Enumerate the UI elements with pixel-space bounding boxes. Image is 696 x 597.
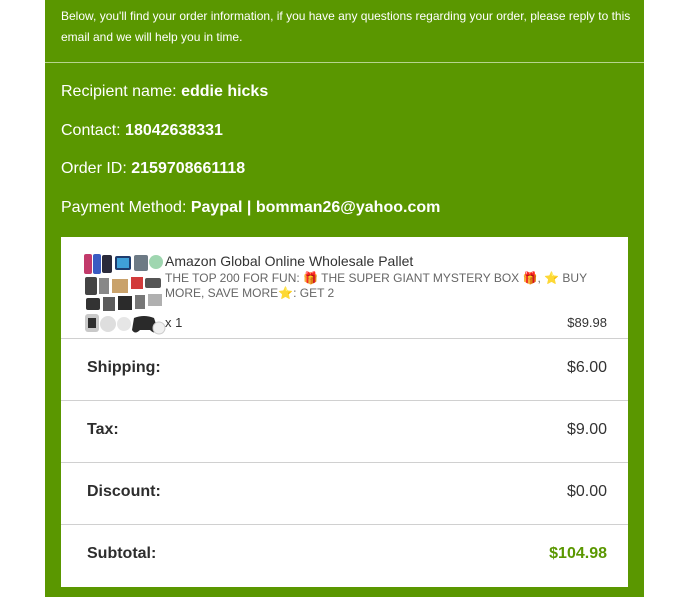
summary-row-shipping: Shipping: $6.00	[61, 338, 628, 401]
summary-label: Discount:	[87, 483, 161, 500]
summary-row-discount: Discount: $0.00	[61, 462, 628, 525]
order-id-label: Order ID:	[61, 160, 127, 177]
summary-amount: $9.00	[566, 421, 607, 438]
product-description: THE TOP 200 FOR FUN: 🎁 THE SUPER GIANT M…	[165, 271, 605, 301]
summary-amount: $0.00	[566, 483, 607, 500]
payment-method-line: Payment Method: Paypal | bomman26@yahoo.…	[61, 199, 440, 217]
contact-line: Contact: 18042638331	[61, 122, 223, 140]
product-collage-icon	[82, 252, 166, 338]
recipient-label: Recipient name:	[61, 83, 177, 100]
order-summary-card: Amazon Global Online Wholesale Pallet TH…	[61, 237, 628, 587]
summary-label: Shipping:	[87, 359, 161, 376]
gift-icon: 🎁	[303, 271, 318, 285]
product-desc-part1: THE TOP 200 FOR FUN:	[165, 271, 304, 285]
contact-value: 18042638331	[125, 122, 223, 139]
product-image[interactable]	[82, 252, 166, 338]
summary-label: Tax:	[87, 421, 119, 438]
order-email-panel: Below, you'll find your order informatio…	[45, 0, 644, 597]
divider	[45, 62, 644, 63]
summary-amount: $6.00	[566, 359, 607, 376]
payment-method-value: Paypal | bomman26@yahoo.com	[190, 199, 441, 216]
product-desc-part2: THE SUPER GIANT MYSTERY BOX	[318, 271, 523, 285]
summary-label: Subtotal:	[87, 545, 157, 562]
summary-row-subtotal: Subtotal: $104.98	[61, 524, 628, 587]
gift-icon: 🎁	[522, 271, 538, 285]
product-price: $89.98	[567, 315, 607, 330]
order-id-line: Order ID: 2159708661118	[61, 160, 245, 178]
intro-text: Below, you'll find your order informatio…	[61, 9, 631, 44]
contact-label: Contact:	[61, 122, 121, 139]
subtotal-amount: $104.98	[549, 545, 607, 562]
star-icon: ⭐	[544, 271, 560, 285]
order-id-value: 2159708661118	[131, 160, 246, 177]
star-icon: ⭐	[278, 286, 294, 300]
product-desc-part5: : GET 2	[293, 286, 335, 300]
product-quantity: x 1	[165, 315, 183, 330]
recipient-line: Recipient name: eddie hicks	[61, 83, 268, 101]
summary-row-tax: Tax: $9.00	[61, 400, 628, 463]
recipient-value: eddie hicks	[181, 83, 269, 100]
product-title[interactable]: Amazon Global Online Wholesale Pallet	[165, 253, 413, 269]
payment-method-label: Payment Method:	[61, 199, 187, 216]
